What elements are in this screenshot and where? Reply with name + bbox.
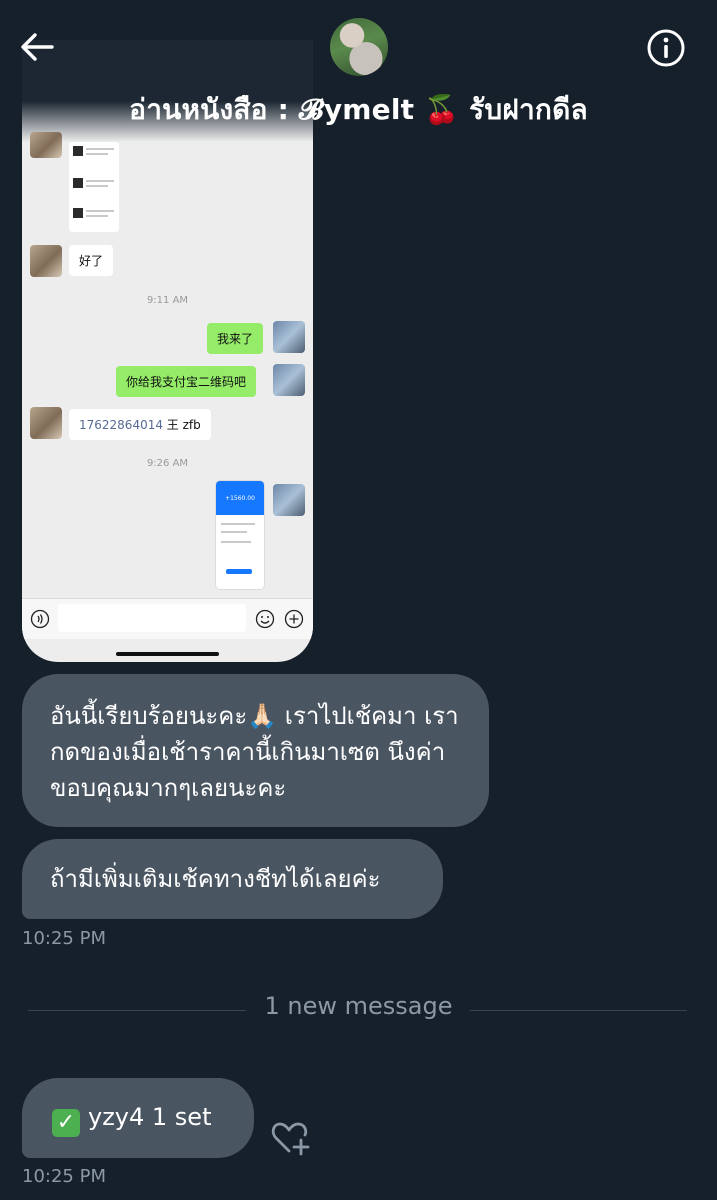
message-body: yzy4 1 set: [88, 1103, 212, 1131]
chat-bubble-sent: 我来了: [207, 323, 264, 354]
arrow-left-icon[interactable]: [16, 26, 60, 70]
message-text: ✓ yzy4 1 set: [52, 1099, 211, 1137]
heart-plus-icon[interactable]: [270, 1118, 312, 1158]
chat-text-input: [58, 604, 246, 632]
shared-cards-thumbnail: [69, 142, 119, 232]
info-circle-icon[interactable]: [642, 26, 690, 74]
chat-timestamp: 9:26 AM: [146, 458, 189, 469]
phone-suffix: 王 zfb: [162, 418, 201, 432]
divider-line: [470, 1010, 687, 1011]
payment-screenshot-thumbnail: +1560.00: [216, 481, 264, 589]
message-bubble[interactable]: ถ้ามีเพิ่มเติมเช้คทางชีทได้เลยค่ะ: [22, 839, 443, 919]
message-bubble[interactable]: อันนี้เรียบร้อยนะคะ🙏🏻 เราไปเช้คมา เรากดข…: [22, 674, 489, 827]
new-message-divider: 1 new message: [264, 992, 453, 1020]
avatar[interactable]: [330, 18, 388, 76]
chat-avatar: [30, 132, 62, 158]
image-attachment[interactable]: 好了 9:11 AM 我来了 你给我支付宝二维码吧 17622864014 王 …: [22, 40, 313, 662]
message-timestamp: 10:25 PM: [22, 928, 106, 949]
message-text: ถ้ามีเพิ่มเติมเช้คทางชีทได้เลยค่ะ: [50, 865, 381, 893]
chat-bubble-received: 17622864014 王 zfb: [69, 409, 211, 440]
phone-link: 17622864014: [79, 418, 163, 432]
chat-input-bar: [22, 598, 313, 639]
message-timestamp: 10:25 PM: [22, 1166, 106, 1187]
emoji-icon: [255, 609, 275, 629]
payment-amount: +1560.00: [225, 495, 255, 502]
chat-avatar-self: [273, 484, 305, 516]
chat-avatar-self: [273, 321, 305, 353]
plus-icon: [284, 609, 304, 629]
chat-avatar: [30, 407, 62, 439]
chat-timestamp: 9:11 AM: [146, 295, 189, 306]
conversation-title[interactable]: อ่านหนังสือ : 𝓑ymelt 🍒 รับฝากดีล: [0, 88, 717, 132]
message-bubble[interactable]: ✓ yzy4 1 set: [22, 1078, 254, 1158]
chat-avatar-self: [273, 364, 305, 396]
chat-bubble-received: 好了: [69, 245, 114, 276]
chat-bubble-sent: 你给我支付宝二维码吧: [116, 366, 257, 397]
message-text: อันนี้เรียบร้อยนะคะ🙏🏻 เราไปเช้คมา เรากดข…: [50, 702, 459, 802]
home-indicator: [116, 652, 219, 656]
check-mark-emoji: ✓: [52, 1109, 80, 1137]
voice-icon: [30, 609, 50, 629]
chat-avatar: [30, 245, 62, 277]
